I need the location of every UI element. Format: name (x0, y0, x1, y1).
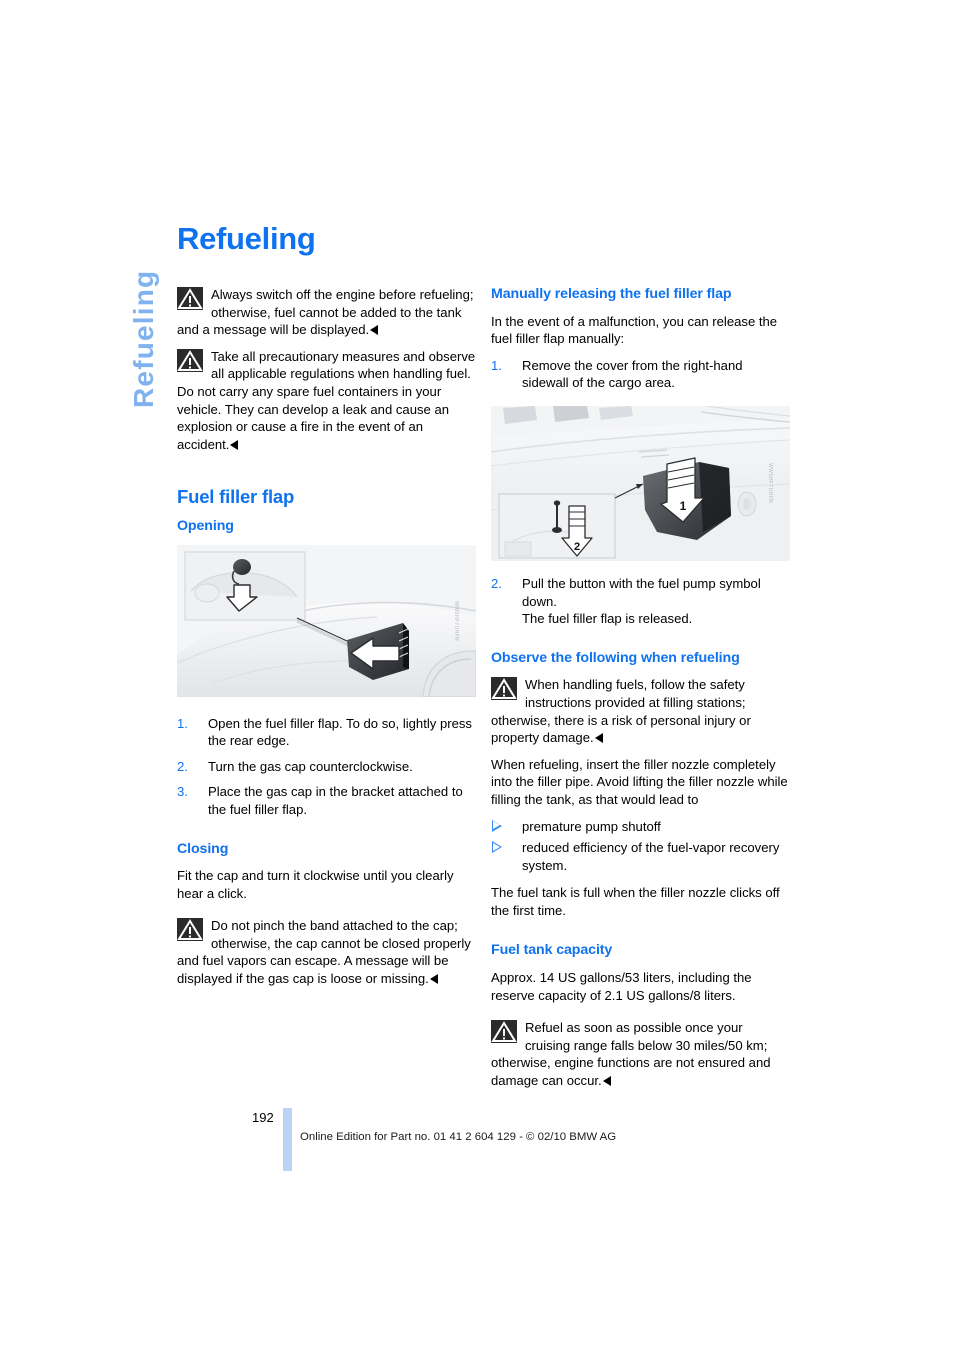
heading-fuel-filler-flap: Fuel filler flap (177, 486, 295, 508)
heading-observe-when-refueling: Observe the following when refueling (491, 649, 740, 666)
right-column: Manually releasing the fuel filler flap … (491, 286, 790, 1099)
warning-block-precautions: Take all precautionary measures and obse… (177, 348, 476, 454)
footer-accent-bar (283, 1108, 292, 1171)
section-tab-label: Refueling (128, 269, 159, 408)
end-of-warning-marker (370, 325, 379, 336)
figure-manual-release-illustration: 2 1 (491, 405, 790, 561)
bullet-text: premature pump shutoff (522, 818, 661, 834)
warning-text: Refuel as soon as possible once your cru… (491, 1020, 771, 1089)
figure-credit: WWSHF7UHFN (452, 600, 459, 641)
figure-credit: WWSHF7UHFN (766, 463, 773, 504)
list-item: 3. Place the gas cap in the bracket atta… (177, 783, 476, 818)
step-number: 1. (491, 357, 502, 373)
list-item: 1. Remove the cover from the right-hand … (491, 357, 790, 392)
manual-release-intro: In the event of a malfunction, you can r… (491, 313, 778, 347)
refueling-consequences-list: premature pump shutoff reduced efficienc… (491, 818, 790, 875)
warning-block-cruising-range: Refuel as soon as possible once your cru… (491, 1019, 790, 1089)
fuel-tank-capacity-text: Approx. 14 US gallons/53 liters, includi… (491, 970, 752, 1003)
figure-opening-illustration (177, 544, 476, 697)
refueling-nozzle-paragraph: When refueling, insert the filler nozzle… (491, 756, 788, 807)
heading-fuel-tank-capacity: Fuel tank capacity (491, 942, 613, 959)
warning-triangle-icon (177, 287, 203, 310)
manual-release-step-1-list: 1. Remove the cover from the right-hand … (491, 357, 790, 392)
step-text: Turn the gas cap counterclockwise. (208, 758, 413, 774)
list-item: 2. Turn the gas cap counterclockwise. (177, 758, 476, 776)
manual-page: Refueling Refueling Always switch off th… (0, 0, 954, 1350)
step-text: Pull the button with the fuel pump symbo… (522, 575, 761, 609)
step-result-text: The fuel filler flap is released. (522, 611, 693, 627)
warning-triangle-icon (491, 677, 517, 701)
step-number: 2. (177, 758, 188, 774)
heading-closing: Closing (177, 840, 229, 857)
end-of-warning-marker (429, 974, 438, 985)
closing-paragraph: Fit the cap and turn it clockwise until … (177, 868, 454, 901)
footer-edition-text: Online Edition for Part no. 01 41 2 604 … (300, 1131, 617, 1143)
step-number: 2. (491, 575, 502, 591)
triangle-bullet-icon (492, 819, 502, 832)
step-text: Open the fuel filler flap. To do so, lig… (208, 715, 472, 749)
warning-text: Do not pinch the band attached to the ca… (177, 918, 471, 987)
figure-label-2: 2 (574, 541, 580, 553)
heading-manual-release: Manually releasing the fuel filler flap (491, 286, 732, 302)
warning-block-engine-off: Always switch off the engine before refu… (177, 286, 476, 339)
figure-manual-release: 2 1 WWSHF7UHFN (491, 405, 790, 561)
list-item: 2. Pull the button with the fuel pump sy… (491, 575, 790, 628)
left-column: Always switch off the engine before refu… (177, 286, 476, 997)
step-number: 1. (177, 715, 188, 731)
step-text: Place the gas cap in the bracket attache… (208, 784, 463, 817)
list-item: 1. Open the fuel filler flap. To do so, … (177, 715, 476, 750)
warning-triangle-icon (177, 348, 203, 372)
list-item: premature pump shutoff (491, 818, 790, 836)
end-of-warning-marker (594, 733, 603, 744)
end-of-warning-marker (230, 439, 239, 450)
warning-block-band-pinch: Do not pinch the band attached to the ca… (177, 917, 476, 987)
warning-text: When handling fuels, follow the safety i… (491, 677, 751, 746)
list-item: reduced efficiency of the fuel-vapor rec… (491, 839, 790, 874)
warning-text: Take all precautionary measures and obse… (177, 348, 476, 452)
opening-steps-list: 1. Open the fuel filler flap. To do so, … (177, 715, 476, 819)
triangle-bullet-icon (492, 841, 502, 854)
manual-release-step-2-list: 2. Pull the button with the fuel pump sy… (491, 575, 790, 628)
figure-opening-fuel-filler-flap: WWSHF7UHFN (177, 544, 476, 697)
warning-block-filling-station-safety: When handling fuels, follow the safety i… (491, 676, 790, 746)
heading-opening: Opening (177, 517, 234, 534)
end-of-warning-marker (602, 1076, 611, 1087)
warning-triangle-icon (491, 1020, 517, 1044)
figure-label-1: 1 (680, 499, 687, 513)
page-number: 192 (252, 1110, 274, 1125)
section-tab: Refueling (122, 218, 162, 418)
bullet-text: reduced efficiency of the fuel-vapor rec… (522, 840, 780, 873)
page-title: Refueling (177, 221, 316, 256)
step-text: Remove the cover from the right-hand sid… (522, 357, 743, 391)
step-number: 3. (177, 784, 188, 800)
tank-full-paragraph: The fuel tank is full when the filler no… (491, 885, 780, 918)
warning-triangle-icon (177, 918, 203, 942)
warning-text: Always switch off the engine before refu… (177, 287, 474, 338)
